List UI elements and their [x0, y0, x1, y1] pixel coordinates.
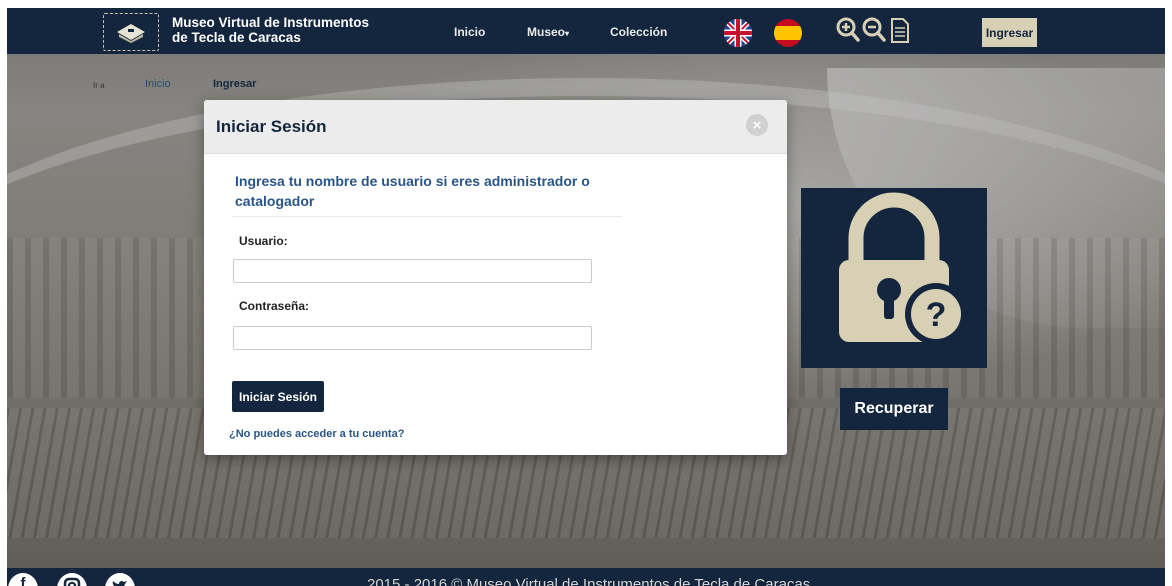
- modal-header: Iniciar Sesión ×: [204, 100, 787, 154]
- password-field[interactable]: [233, 326, 592, 350]
- nav-museo-label: Museo: [527, 25, 566, 39]
- divider: [232, 216, 622, 217]
- recover-button[interactable]: Recuperar: [840, 388, 948, 430]
- chevron-down-icon: ▾: [565, 29, 570, 38]
- spain-flag-icon[interactable]: [774, 19, 802, 47]
- login-button[interactable]: Ingresar: [982, 18, 1037, 47]
- footer-copyright: 2015 - 2016 © Museo Virtual de Instrumen…: [367, 576, 811, 586]
- forgot-account-link[interactable]: ¿No puedes acceder a tu cuenta?: [229, 428, 404, 440]
- page-background: Museo Virtual de Instrumentos de Tecla d…: [7, 8, 1165, 586]
- breadcrumb-home-link[interactable]: Inicio: [145, 78, 171, 90]
- zoom-in-icon[interactable]: [836, 17, 860, 48]
- login-modal: Iniciar Sesión × Ingresa tu nombre de us…: [204, 100, 787, 455]
- sign-in-button[interactable]: Iniciar Sesión: [232, 381, 324, 412]
- breadcrumb-prefix: Ir a: [93, 81, 105, 90]
- nav-coleccion[interactable]: Colección: [610, 25, 667, 39]
- zoom-out-icon[interactable]: [862, 17, 886, 48]
- brand-title-line1: Museo Virtual de Instrumentos: [172, 15, 370, 30]
- museum-logo-icon[interactable]: [103, 13, 159, 51]
- facebook-icon[interactable]: f: [8, 573, 38, 586]
- top-navbar: Museo Virtual de Instrumentos de Tecla d…: [7, 8, 1165, 54]
- brand-title-line2: de Tecla de Caracas: [172, 30, 301, 45]
- nav-inicio[interactable]: Inicio: [454, 25, 485, 39]
- modal-instructions: Ingresa tu nombre de usuario si eres adm…: [235, 173, 590, 209]
- breadcrumb-current: Ingresar: [213, 78, 257, 90]
- uk-flag-icon[interactable]: [724, 19, 752, 47]
- lock-question-mark: ?: [926, 296, 947, 334]
- password-label: Contraseña:: [239, 299, 310, 313]
- instagram-icon[interactable]: [57, 573, 87, 586]
- lock-question-icon: ?: [839, 192, 967, 345]
- nav-museo-dropdown[interactable]: Museo▾: [527, 25, 569, 39]
- footer: f 2015 - 2016 © Museo Virtual de Instrum…: [7, 568, 1165, 586]
- brand-title[interactable]: Museo Virtual de Instrumentos de Tecla d…: [172, 15, 369, 45]
- document-icon[interactable]: [890, 17, 910, 49]
- lock-help-tile: ?: [801, 188, 987, 368]
- username-label: Usuario:: [239, 234, 288, 248]
- modal-title: Iniciar Sesión: [216, 117, 327, 136]
- close-icon[interactable]: ×: [746, 114, 768, 136]
- username-field[interactable]: [233, 259, 592, 283]
- twitter-icon[interactable]: [105, 573, 135, 586]
